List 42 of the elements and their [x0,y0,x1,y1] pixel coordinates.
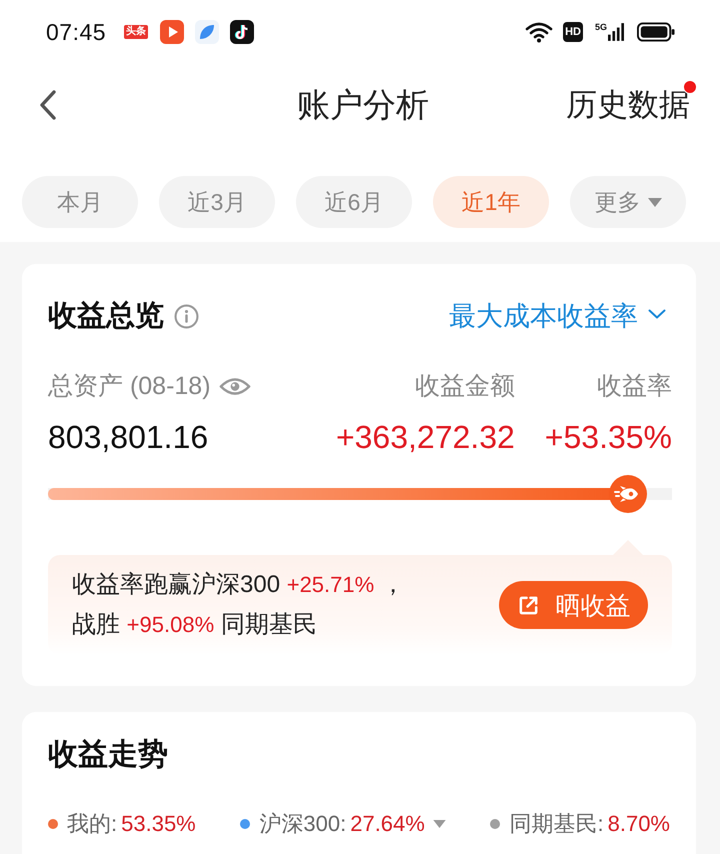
back-chevron-icon [38,89,58,121]
period-tab[interactable]: 更多 [570,176,686,228]
trend-title: 收益走势 [48,737,168,773]
signal-icon [608,23,624,41]
total-assets-value: 803,801.16 [48,418,208,457]
return-rate-label: 收益率 [597,371,672,401]
history-data-link[interactable]: 历史数据 [566,84,690,126]
caret-down-icon[interactable] [432,820,446,828]
network-label: 5G [594,22,607,32]
total-assets-label: 总资产 (08-18) [48,371,211,401]
battery-icon [637,22,675,42]
hd-badge: HD [563,22,583,42]
leaf-app-icon [195,20,220,44]
legend-label: 沪深300: [259,810,346,838]
page-title: 账户分析 [297,84,429,124]
profit-amount-label: 收益金额 [414,371,515,401]
legend-value: 53.35% [121,811,196,837]
return-rate-value: +53.35% [544,418,672,457]
wifi-icon [525,21,554,43]
eye-icon[interactable] [218,376,251,396]
legend-value: 8.70% [608,811,670,837]
profit-amount-value: +363,272.32 [336,418,515,457]
info-icon[interactable] [174,304,199,328]
caret-down-icon [648,198,662,206]
summary-text: 收益率跑赢沪深300 +25.71% ， 战胜 +95.08% 同期基民 [72,570,405,640]
period-tab[interactable]: 本月 [22,176,138,228]
legend-label: 我的: [67,810,118,838]
music-note-app-icon [230,20,254,44]
period-tab[interactable]: 近1年 [433,176,549,228]
play-app-icon [160,20,184,44]
legend-label: 同期基民: [509,810,604,838]
rocket-icon [609,475,648,513]
legend-value: 27.64% [350,811,425,837]
share-icon [516,594,540,616]
period-tab[interactable]: 近3月 [159,176,275,228]
chevron-down-icon [648,309,666,319]
news-app-logo: 头条 [124,25,148,39]
share-profit-button[interactable]: 晒收益 [499,581,648,629]
period-tab[interactable]: 近6月 [296,176,412,228]
overview-title: 收益总览 [48,299,164,334]
metric-selector[interactable]: 最大成本收益率 [449,298,666,334]
status-time: 07:45 [46,18,106,46]
